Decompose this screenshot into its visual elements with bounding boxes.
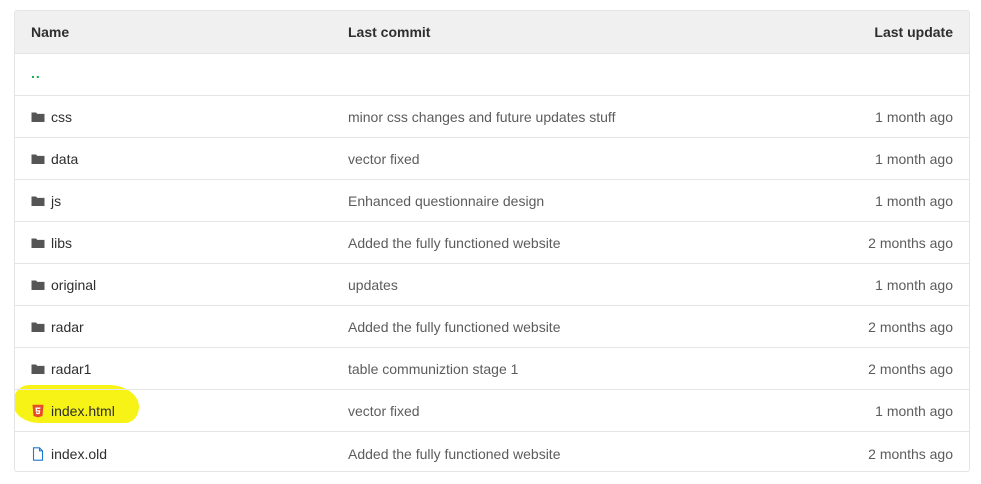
commit-message-link[interactable]: Enhanced questionnaire design (348, 180, 544, 221)
file-name-cell[interactable]: js (31, 180, 61, 221)
file-name-link[interactable]: radar1 (51, 361, 91, 377)
table-row[interactable]: radar1 table communiztion stage 1 2 months… (15, 348, 969, 390)
file-icon (31, 446, 45, 461)
folder-icon (31, 320, 45, 334)
parent-directory-row[interactable]: .. (15, 54, 969, 96)
file-name-link[interactable]: index.html (51, 403, 115, 419)
table-header-row: Name Last commit Last update (15, 11, 969, 54)
file-name-link[interactable]: original (51, 277, 96, 293)
table-row[interactable]: data vector fixed 1 month ago (15, 138, 969, 180)
last-update-time: 1 month ago (875, 150, 953, 167)
parent-directory-link[interactable]: .. (31, 65, 41, 81)
folder-icon (31, 110, 45, 124)
table-row[interactable]: original updates 1 month ago (15, 264, 969, 306)
folder-icon (31, 236, 45, 250)
commit-message-link[interactable]: minor css changes and future updates stu… (348, 96, 615, 137)
file-name-link[interactable]: data (51, 151, 78, 167)
file-name-cell[interactable]: libs (31, 222, 72, 263)
file-name-link[interactable]: index.old (51, 446, 107, 462)
header-last-commit: Last commit (348, 24, 431, 40)
table-row[interactable]: radar Added the fully functioned website 2… (15, 306, 969, 348)
commit-message-link[interactable]: Added the fully functioned website (348, 306, 560, 347)
last-update-time: 2 months ago (868, 445, 953, 462)
folder-icon (31, 362, 45, 376)
file-name-cell[interactable]: radar1 (31, 348, 91, 389)
file-name-link[interactable]: radar (51, 319, 84, 335)
folder-icon (31, 152, 45, 166)
file-name-cell[interactable]: index.old (31, 432, 107, 471)
last-update-time: 1 month ago (875, 192, 953, 209)
last-update-time: 2 months ago (868, 234, 953, 251)
html5-icon (31, 404, 45, 418)
header-last-update: Last update (874, 24, 953, 40)
commit-message-link[interactable]: vector fixed (348, 138, 420, 179)
folder-icon (31, 278, 45, 292)
file-name-link[interactable]: libs (51, 235, 72, 251)
folder-icon (31, 194, 45, 208)
file-name-cell[interactable]: original (31, 264, 96, 305)
table-row[interactable]: css minor css changes and future updates … (15, 96, 969, 138)
last-update-time: 1 month ago (875, 108, 953, 125)
last-update-time: 1 month ago (875, 276, 953, 293)
file-name-link[interactable]: css (51, 109, 72, 125)
commit-message-link[interactable]: Added the fully functioned website (348, 222, 560, 263)
file-name-cell[interactable]: index.html (31, 390, 115, 431)
file-tree-table: Name Last commit Last update .. css minor… (14, 10, 970, 472)
table-row[interactable]: libs Added the fully functioned website 2 … (15, 222, 969, 264)
last-update-time: 2 months ago (868, 360, 953, 377)
file-name-link[interactable]: js (51, 193, 61, 209)
file-name-cell[interactable]: css (31, 96, 72, 137)
header-name: Name (31, 24, 70, 40)
file-name-cell[interactable]: radar (31, 306, 84, 347)
file-name-cell[interactable]: data (31, 138, 78, 179)
last-update-time: 1 month ago (875, 402, 953, 419)
table-row[interactable]: js Enhanced questionnaire design 1 month a… (15, 180, 969, 222)
commit-message-link[interactable]: Added the fully functioned website (348, 432, 560, 471)
last-update-time: 2 months ago (868, 318, 953, 335)
table-row[interactable]: index.html vector fixed 1 month ago (15, 390, 969, 432)
commit-message-link[interactable]: vector fixed (348, 390, 420, 431)
commit-message-link[interactable]: table communiztion stage 1 (348, 348, 518, 389)
file-rows: css minor css changes and future updates … (15, 96, 969, 471)
commit-message-link[interactable]: updates (348, 264, 398, 305)
table-row[interactable]: index.old Added the fully functioned webs… (15, 432, 969, 471)
